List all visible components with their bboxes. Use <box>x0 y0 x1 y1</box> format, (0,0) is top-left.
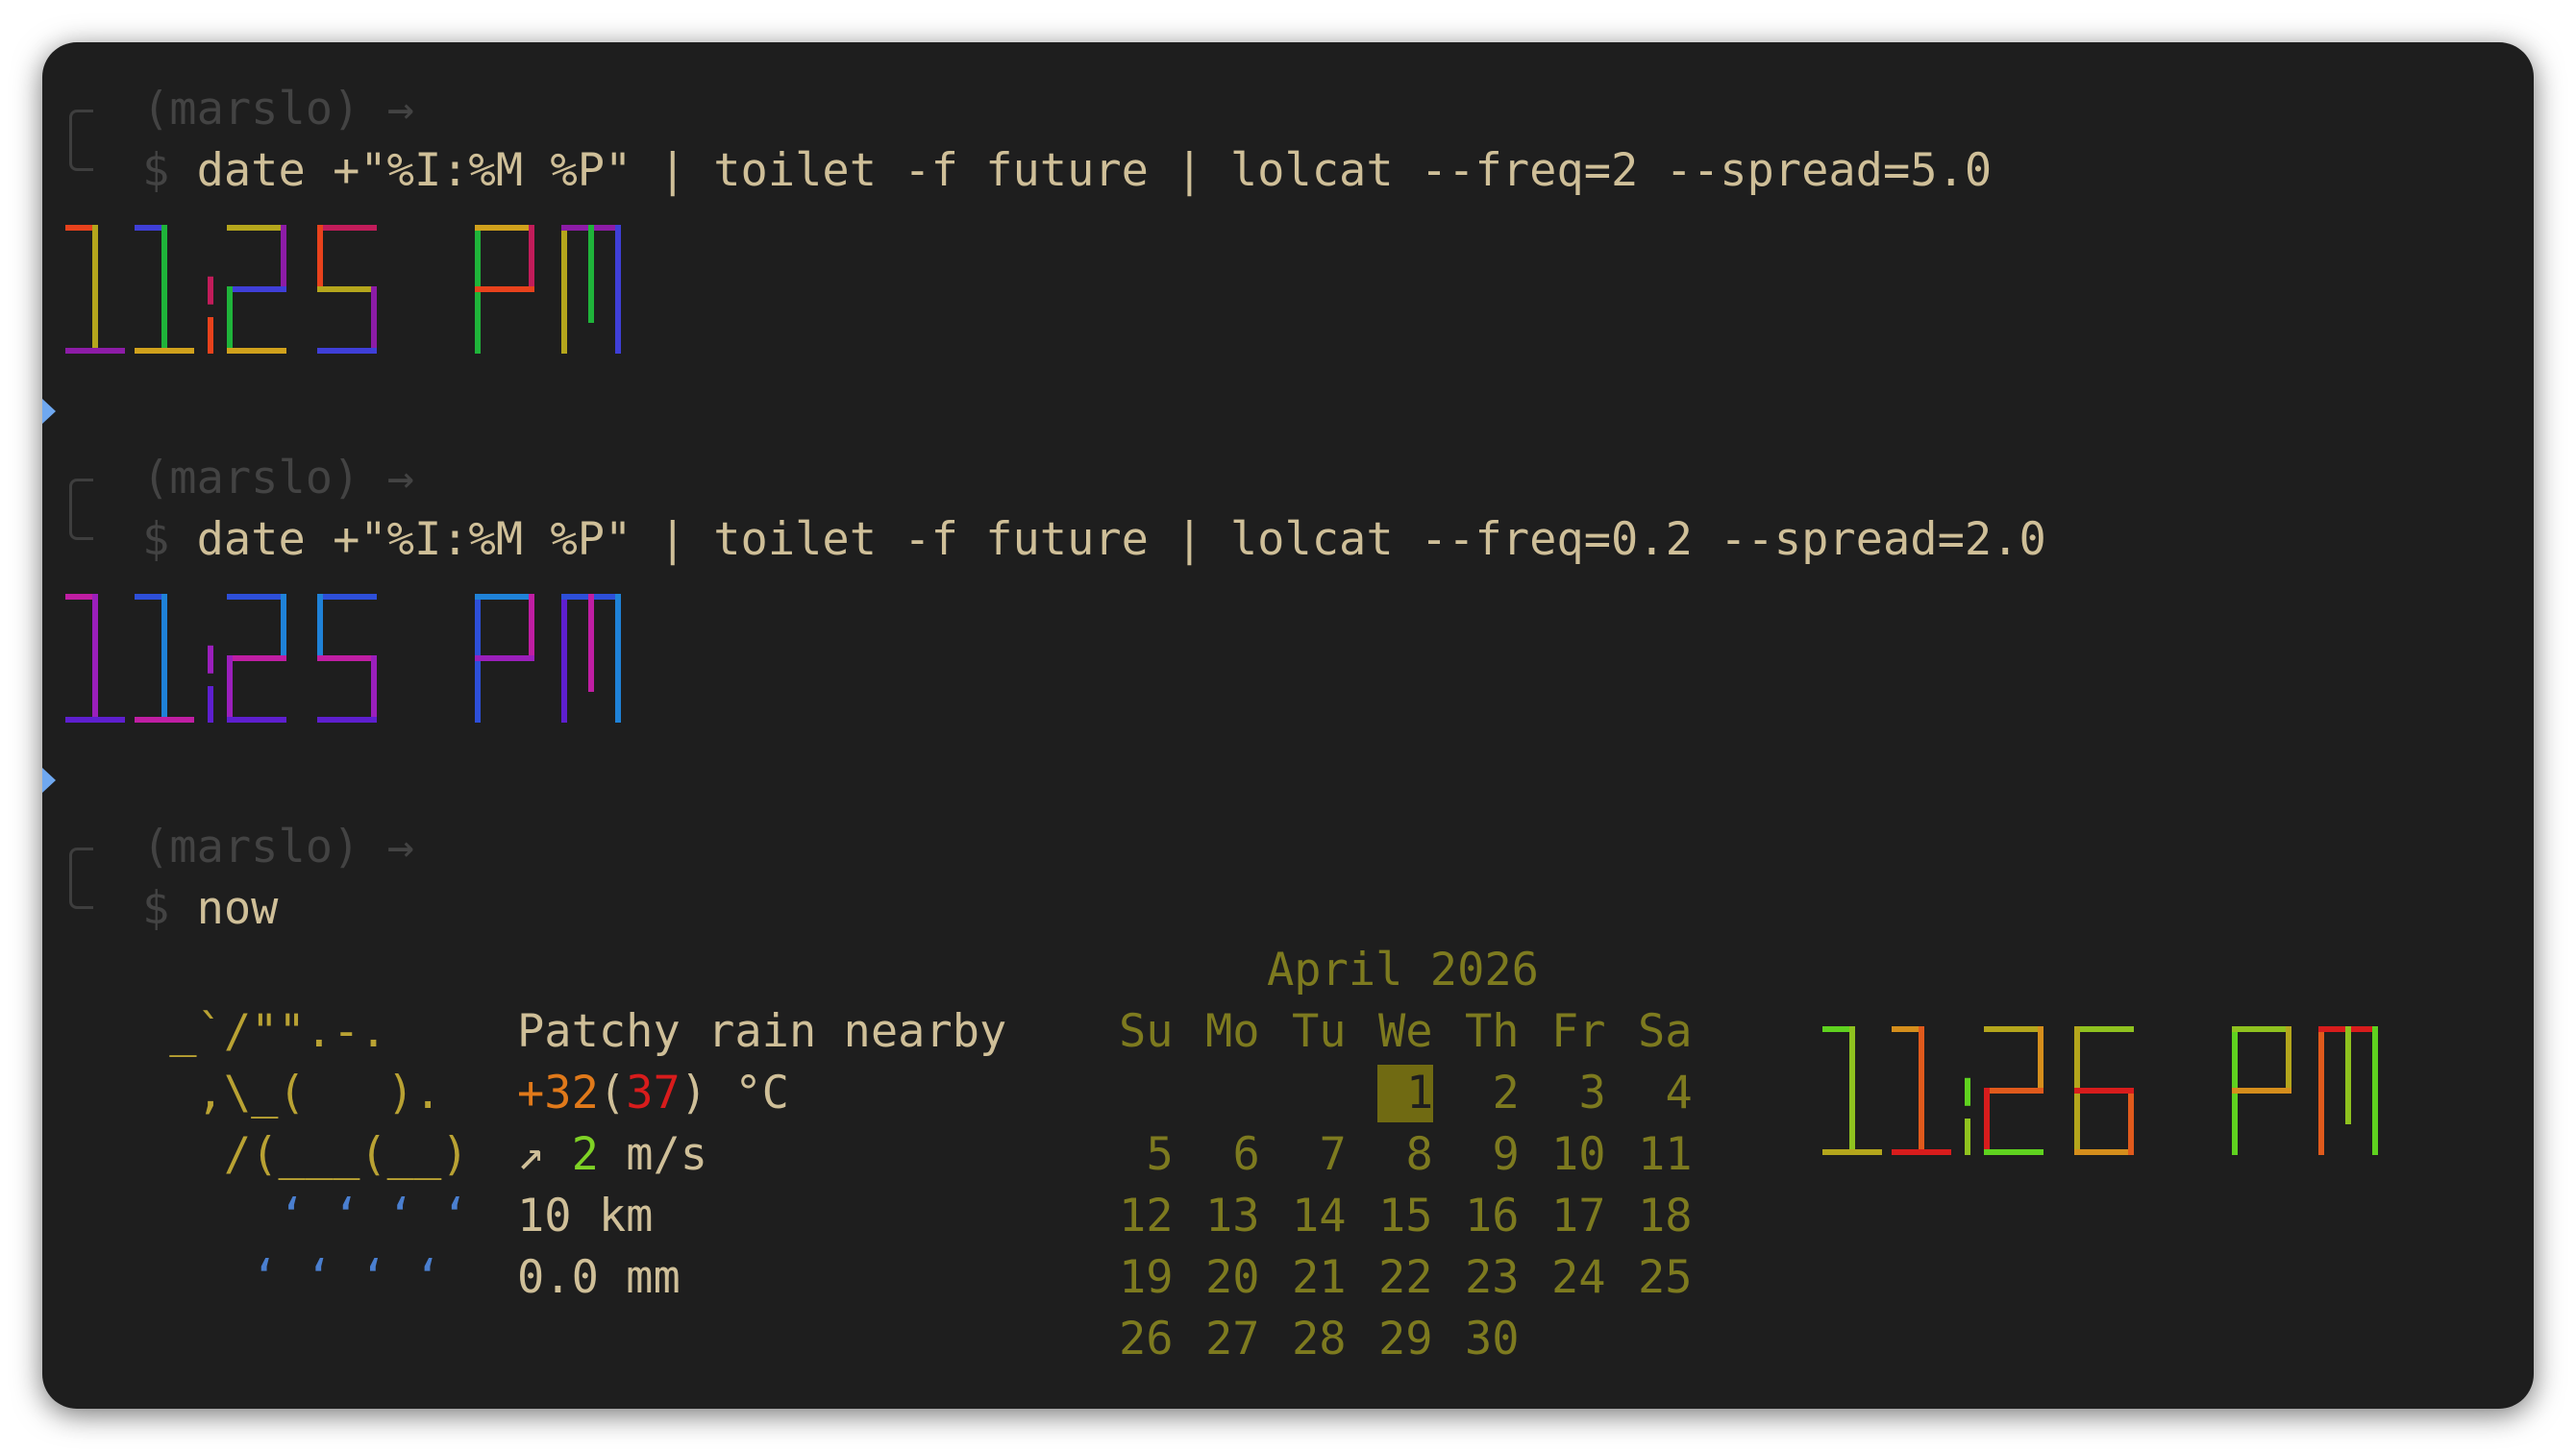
prompt-marker <box>42 768 56 793</box>
calendar-day[interactable]: 10 <box>1551 1126 1606 1184</box>
calendar-day[interactable]: 4 <box>1666 1065 1693 1122</box>
calendar-day[interactable]: 19 <box>1119 1249 1174 1307</box>
weather-temperature: +32(37) °C <box>517 1067 789 1119</box>
prompt-line[interactable]: $ date +"%I:%M %P" | toilet -f future | … <box>142 142 1992 200</box>
calendar-day[interactable]: 28 <box>1292 1311 1347 1368</box>
calendar-day[interactable]: 23 <box>1465 1249 1520 1307</box>
weather-condition: Patchy rain nearby <box>517 1005 1007 1058</box>
prompt-bracket <box>69 110 93 171</box>
now-clock <box>1822 1026 2378 1155</box>
prompt-sign: $ <box>142 513 170 566</box>
calendar-day[interactable]: 30 <box>1465 1311 1520 1368</box>
calendar-day[interactable]: 9 <box>1493 1126 1520 1184</box>
calendar-day[interactable]: 6 <box>1233 1126 1260 1184</box>
weather-visibility: 10 km <box>517 1190 654 1242</box>
prompt-context: (marslo) → <box>142 83 414 135</box>
prompt-context: (marslo) → <box>142 821 414 873</box>
weather-art-line: ‘ ‘ ‘ ‘ <box>142 1190 469 1242</box>
prompt-line[interactable]: $ date +"%I:%M %P" | toilet -f future | … <box>142 511 2046 569</box>
command-text[interactable]: date +"%I:%M %P" | toilet -f future | lo… <box>197 513 2046 566</box>
prompt-context: (marslo) → <box>142 452 414 504</box>
calendar-day[interactable]: 29 <box>1378 1311 1433 1368</box>
calendar-day[interactable]: 22 <box>1378 1249 1433 1307</box>
weather-art-line: ,\_( ). <box>142 1067 442 1119</box>
weather-art-line: ‘ ‘ ‘ ‘ <box>142 1251 442 1304</box>
calendar-day[interactable]: 12 <box>1119 1188 1174 1245</box>
calendar-day[interactable]: 2 <box>1493 1065 1520 1122</box>
calendar-day[interactable]: 7 <box>1320 1126 1347 1184</box>
prompt-sign: $ <box>142 144 170 197</box>
calendar-day[interactable]: 27 <box>1205 1311 1260 1368</box>
calendar-day[interactable]: 17 <box>1551 1188 1606 1245</box>
calendar-day[interactable]: 18 <box>1638 1188 1693 1245</box>
prompt-sign: $ <box>142 882 170 935</box>
command-text[interactable]: date +"%I:%M %P" | toilet -f future | lo… <box>197 144 1993 197</box>
calendar-day[interactable]: 20 <box>1205 1249 1260 1307</box>
calendar-weekday: Fr <box>1551 1005 1606 1058</box>
clock-output-2 <box>65 594 621 723</box>
calendar-weekday: Su <box>1119 1005 1174 1058</box>
calendar-title: April 2026 <box>1267 944 1539 996</box>
prompt-bracket <box>69 848 93 909</box>
calendar-day[interactable]: 25 <box>1638 1249 1693 1307</box>
command-text[interactable]: now <box>197 882 279 935</box>
calendar-day[interactable]: 11 <box>1638 1126 1693 1184</box>
calendar-day[interactable]: 26 <box>1119 1311 1174 1368</box>
weather-precipitation: 0.0 mm <box>517 1251 681 1304</box>
weather-art-line: _`/"".-. <box>142 1005 387 1058</box>
calendar-weekday: Mo <box>1205 1005 1260 1058</box>
weather-art-line: /(___(__) <box>142 1128 469 1181</box>
calendar-day[interactable]: 14 <box>1292 1188 1347 1245</box>
calendar-weekday: Sa <box>1638 1005 1693 1058</box>
prompt-bracket <box>69 479 93 540</box>
terminal-window: (marslo) → $ date +"%I:%M %P" | toilet -… <box>42 42 2534 1409</box>
calendar-day[interactable]: 15 <box>1378 1188 1433 1245</box>
calendar-today[interactable]: 1 <box>1377 1065 1434 1122</box>
calendar-weekday: Tu <box>1292 1005 1347 1058</box>
calendar-day[interactable]: 24 <box>1551 1249 1606 1307</box>
weather-wind: ↗ 2 m/s <box>517 1128 708 1181</box>
clock-output-1 <box>65 225 621 354</box>
calendar-day[interactable]: 8 <box>1406 1126 1433 1184</box>
calendar-day[interactable]: 3 <box>1579 1065 1606 1122</box>
calendar-day[interactable]: 16 <box>1465 1188 1520 1245</box>
calendar-day[interactable]: 5 <box>1147 1126 1174 1184</box>
prompt-marker <box>42 399 56 424</box>
calendar-weekday: Th <box>1465 1005 1520 1058</box>
calendar-day[interactable]: 21 <box>1292 1249 1347 1307</box>
calendar-day[interactable]: 13 <box>1205 1188 1260 1245</box>
prompt-line[interactable]: $ now <box>142 880 278 938</box>
calendar-weekday: We <box>1378 1005 1433 1058</box>
